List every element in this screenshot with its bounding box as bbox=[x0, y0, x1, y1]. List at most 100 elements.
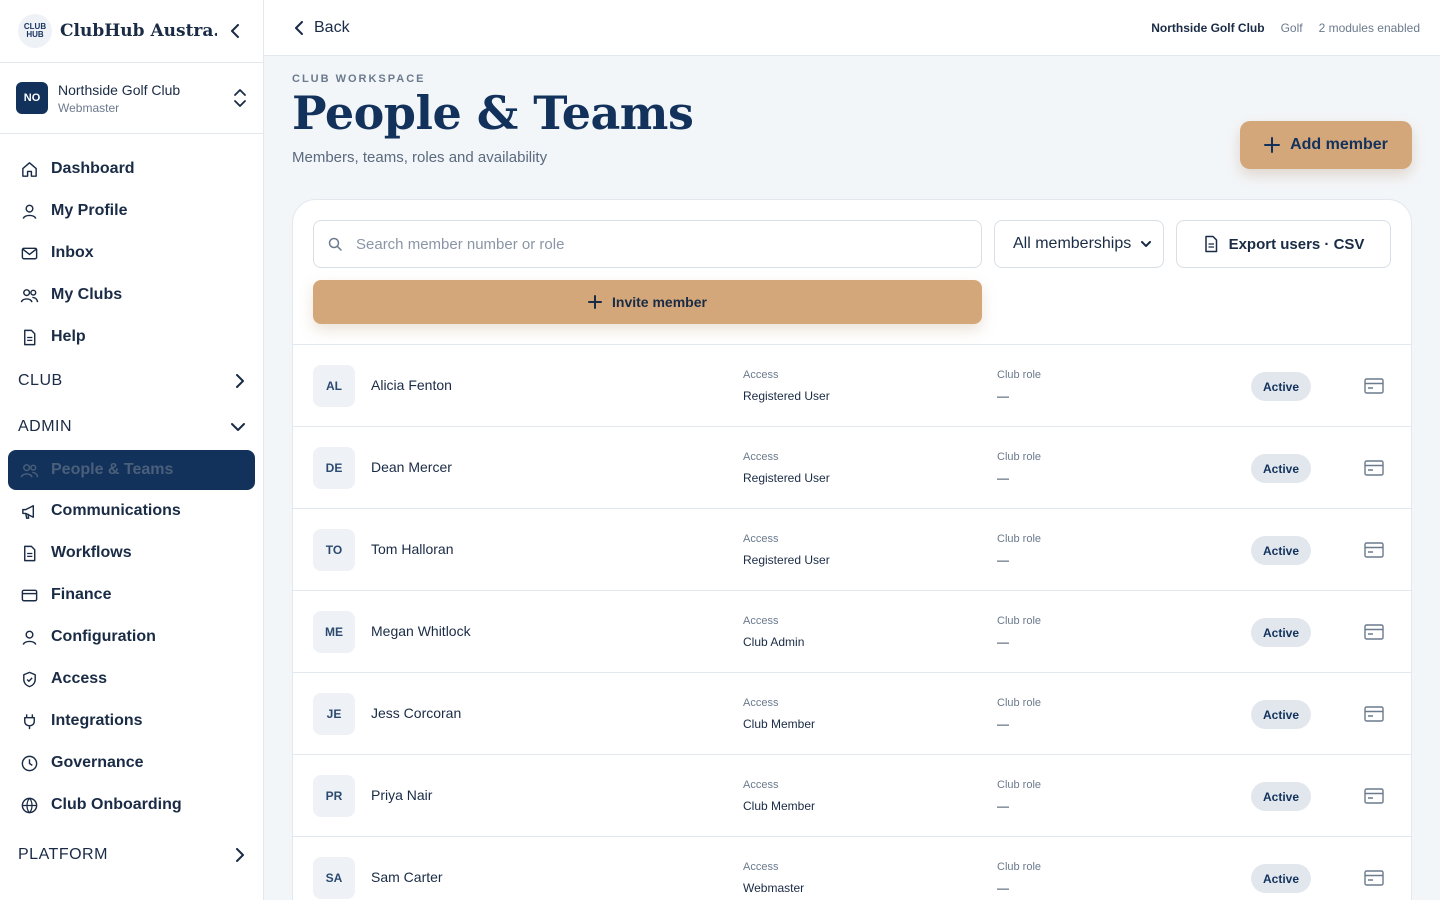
nav-item-communications[interactable]: Communications bbox=[0, 490, 263, 532]
nav-item-my-profile[interactable]: My Profile bbox=[0, 190, 263, 232]
nav-item-configuration[interactable]: Configuration bbox=[0, 616, 263, 658]
club-badge: NO bbox=[16, 82, 48, 114]
context-modules: 2 modules enabled bbox=[1318, 20, 1420, 35]
table-row[interactable]: PR Priya Nair Access Club Member Club rol… bbox=[293, 755, 1411, 837]
club-role-label: Club role bbox=[997, 451, 1042, 463]
club-name: Northside Golf Club bbox=[58, 81, 181, 98]
table-row[interactable]: SA Sam Carter Access Webmaster Club role —… bbox=[293, 837, 1411, 900]
home-icon bbox=[22, 161, 37, 177]
main-nav: Dashboard My Profile Inbox My Clubs Help… bbox=[0, 134, 263, 878]
nav-item-label: Workflows bbox=[51, 544, 132, 561]
nav-item-help[interactable]: Help bbox=[0, 316, 263, 358]
context-club-name: Northside Golf Club bbox=[1151, 20, 1265, 35]
avatar: AL bbox=[313, 365, 355, 407]
chevron-right-icon bbox=[236, 848, 244, 862]
access-label: Access bbox=[743, 369, 779, 381]
nav-item-integrations[interactable]: Integrations bbox=[0, 700, 263, 742]
nav-item-people-teams[interactable]: People & Teams bbox=[8, 450, 255, 490]
access-column: Access Registered User bbox=[743, 369, 830, 403]
member-name: Sam Carter bbox=[371, 869, 443, 885]
export-csv-button[interactable]: Export users · CSV bbox=[1176, 220, 1391, 268]
nav-item-club-onboarding[interactable]: Club Onboarding bbox=[0, 784, 263, 826]
table-row[interactable]: TO Tom Halloran Access Registered User Cl… bbox=[293, 509, 1411, 591]
access-value: Registered User bbox=[743, 389, 830, 403]
nav-item-label: Club Onboarding bbox=[51, 796, 182, 813]
user-icon bbox=[22, 204, 37, 219]
chevron-right-icon bbox=[236, 374, 244, 388]
members-list: AL Alicia Fenton Access Registered User C… bbox=[293, 344, 1411, 900]
access-value: Registered User bbox=[743, 471, 830, 485]
nav-section-label: CLUB bbox=[18, 372, 63, 389]
page-title: People & Teams bbox=[292, 86, 694, 140]
megaphone-icon bbox=[22, 504, 35, 519]
status-badge: Active bbox=[1251, 618, 1312, 647]
table-row[interactable]: ME Megan Whitlock Access Club Admin Club … bbox=[293, 591, 1411, 673]
card-icon[interactable] bbox=[1363, 868, 1385, 888]
add-member-button[interactable]: Add member bbox=[1240, 121, 1412, 169]
chevron-down-icon bbox=[231, 423, 245, 431]
nav-item-governance[interactable]: Governance bbox=[0, 742, 263, 784]
club-info: Northside Golf Club Webmaster bbox=[58, 82, 223, 115]
nav-item-access[interactable]: Access bbox=[0, 658, 263, 700]
nav-item-workflows[interactable]: Workflows bbox=[0, 532, 263, 574]
users-icon bbox=[20, 463, 39, 477]
user-icon bbox=[22, 630, 37, 645]
card-icon[interactable] bbox=[1363, 704, 1385, 724]
card-icon[interactable] bbox=[1363, 786, 1385, 806]
status-badge: Active bbox=[1251, 782, 1312, 811]
document-icon bbox=[24, 545, 36, 561]
table-row[interactable]: AL Alicia Fenton Access Registered User C… bbox=[293, 345, 1411, 427]
access-value: Registered User bbox=[743, 553, 830, 567]
nav-item-label: My Profile bbox=[51, 202, 128, 219]
plug-icon bbox=[24, 713, 35, 729]
avatar: SA bbox=[313, 857, 355, 899]
back-label: Back bbox=[314, 18, 350, 36]
club-role-column: Club role — bbox=[997, 369, 1041, 403]
nav-item-dashboard[interactable]: Dashboard bbox=[0, 148, 263, 190]
search-field[interactable] bbox=[313, 220, 982, 268]
status-badge: Active bbox=[1251, 864, 1312, 893]
plus-icon bbox=[588, 295, 603, 309]
nav-section-label: PLATFORM bbox=[18, 846, 108, 863]
card-icon[interactable] bbox=[1363, 540, 1385, 560]
card-icon[interactable] bbox=[1363, 458, 1385, 478]
nav-item-my-clubs[interactable]: My Clubs bbox=[0, 274, 263, 316]
club-role-column: Club role — bbox=[997, 533, 1041, 567]
member-name: Priya Nair bbox=[371, 787, 433, 803]
membership-filter-select[interactable]: All memberships bbox=[994, 220, 1164, 268]
nav-section-club[interactable]: CLUB bbox=[0, 358, 263, 404]
nav-item-label: Finance bbox=[51, 586, 112, 603]
avatar: ME bbox=[313, 611, 355, 653]
nav-item-inbox[interactable]: Inbox bbox=[0, 232, 263, 274]
card-icon[interactable] bbox=[1363, 622, 1385, 642]
access-label: Access bbox=[743, 697, 779, 709]
access-value: Club Admin bbox=[743, 635, 805, 649]
table-row[interactable]: DE Dean Mercer Access Registered User Clu… bbox=[293, 427, 1411, 509]
context-sport: Golf bbox=[1280, 20, 1303, 35]
avatar: JE bbox=[313, 693, 355, 735]
back-button[interactable]: Back bbox=[294, 19, 350, 37]
club-role-column: Club role — bbox=[997, 451, 1041, 485]
chevron-left-icon bbox=[231, 24, 239, 38]
collapse-sidebar-button[interactable] bbox=[225, 21, 245, 41]
club-switcher[interactable]: NO Northside Golf Club Webmaster bbox=[0, 62, 263, 134]
membership-filter-value: All memberships bbox=[1013, 235, 1132, 252]
nav-item-finance[interactable]: Finance bbox=[0, 574, 263, 616]
card-icon bbox=[21, 589, 38, 601]
access-value: Club Member bbox=[743, 717, 816, 731]
nav-item-label: My Clubs bbox=[51, 286, 123, 303]
brand-title: ClubHub Austra... bbox=[60, 21, 217, 41]
club-role-value: — bbox=[997, 635, 1009, 649]
nav-section-admin[interactable]: ADMIN bbox=[0, 404, 263, 450]
search-icon bbox=[328, 237, 342, 251]
plus-icon bbox=[1264, 137, 1281, 153]
search-input[interactable] bbox=[356, 235, 967, 253]
member-name: Alicia Fenton bbox=[371, 377, 452, 393]
nav-section-platform[interactable]: PLATFORM bbox=[0, 832, 263, 878]
club-role-value: — bbox=[997, 717, 1009, 731]
invite-member-button[interactable]: Invite member bbox=[313, 280, 982, 324]
table-row[interactable]: JE Jess Corcoran Access Club Member Club … bbox=[293, 673, 1411, 755]
access-label: Access bbox=[743, 615, 779, 627]
club-role-value: — bbox=[997, 553, 1009, 567]
card-icon[interactable] bbox=[1363, 376, 1385, 396]
